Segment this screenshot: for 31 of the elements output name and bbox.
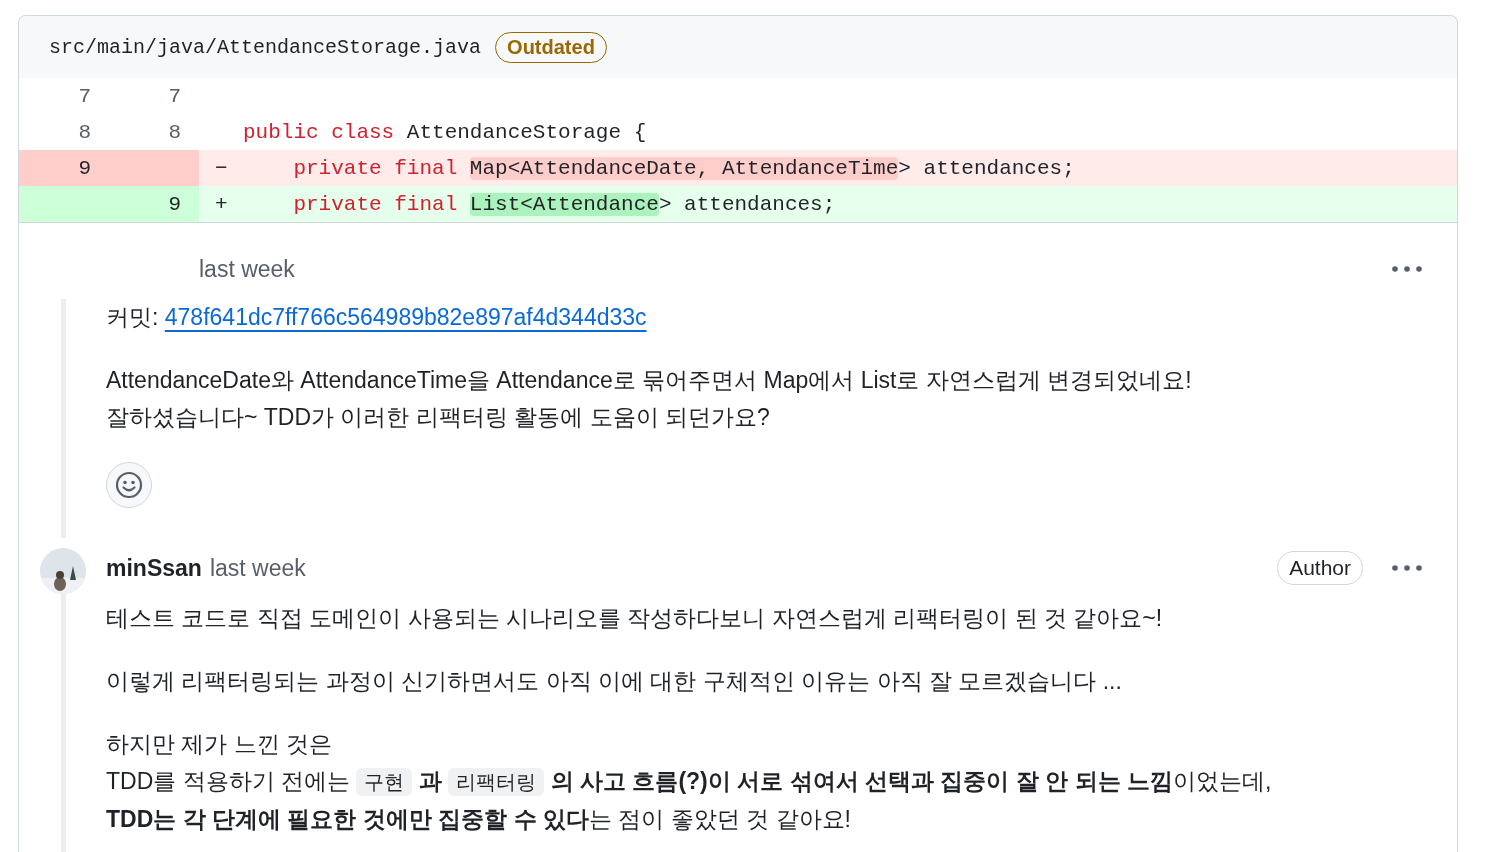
diff-sign: − [215, 156, 229, 180]
comment-text: 의 사고 흐름(?)이 서로 섞여서 선택과 집중이 잘 안 되는 느낌이었는데, [549, 768, 1272, 794]
author-name[interactable]: minSsan [106, 554, 202, 582]
comment-time: last week [199, 255, 295, 283]
commit-link[interactable]: 478f641dc7ff766c564989b82e897af4d344d33c [164, 304, 647, 330]
comment-text: 잘하셨습니다~ TDD가 이러한 리팩터링 활동에 도움이 되던가요? [106, 404, 770, 430]
old-line-number: 9 [19, 150, 109, 186]
comment-text: 커밋: [106, 304, 160, 330]
new-line-number: 7 [167, 83, 182, 110]
old-line-number: 7 [77, 83, 92, 110]
code-line: private final List<Attendance> attendances; [292, 192, 836, 216]
comment-text: TDD는 각 단계에 필요한 것에만 집중할 수 있다는 점이 좋았던 것 같아요! [106, 806, 851, 832]
more-icon [1391, 265, 1423, 273]
diff-sign: + [215, 192, 229, 216]
new-line-number: 8 [167, 119, 182, 146]
old-line-number: 8 [77, 119, 92, 146]
comment-text: AttendanceDate와 AttendanceTime을 Attendance로 묶어주면서 Map에서 List로 자연스럽게 변경되었네요! [106, 367, 1192, 393]
comment-text: TDD를 적용하기 전에는 [106, 768, 352, 794]
comment-text: 테스트 코드로 직접 도메인이 사용되는 시나리오를 작성하다보니 자연스럽게 리팩터링이 된 것 같아요~! [106, 605, 1163, 631]
code-line: public class AttendanceStorage { [243, 120, 647, 144]
comment-time: last week [209, 554, 306, 582]
comment-text: 하지만 제가 느낀 것은 [106, 731, 333, 757]
inline-code: 구현 [356, 768, 413, 796]
smiley-icon [115, 471, 143, 499]
comment-text: 과 [417, 768, 443, 794]
file-path[interactable]: src/main/java/AttendanceStorage.java [49, 35, 482, 59]
comment-text: 이렇게 리팩터링되는 과정이 신기하면서도 아직 이에 대한 구체적인 이유는 아직 잘 모르겠습니다 ... [106, 668, 1122, 694]
more-icon [1391, 564, 1423, 572]
inline-code: 리팩터링 [448, 768, 545, 796]
new-line-number: 9 [109, 186, 199, 222]
add-reaction-button[interactable] [106, 462, 152, 508]
